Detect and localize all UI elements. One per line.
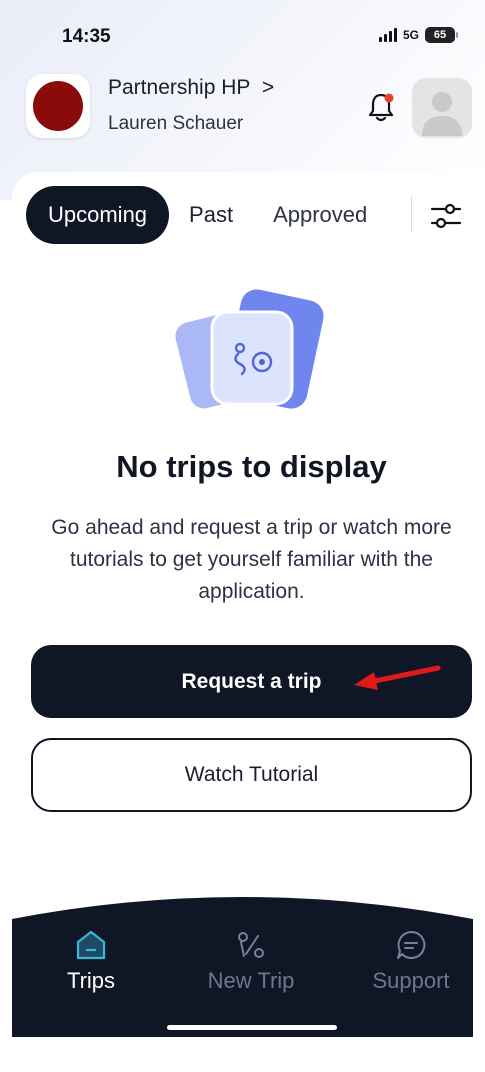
- user-avatar[interactable]: [412, 78, 472, 138]
- route-icon: [238, 932, 264, 958]
- header: Partnership HP > Lauren Schauer: [0, 70, 485, 140]
- trip-filter-tabs: Upcoming Past Approved: [26, 186, 387, 244]
- user-name: Lauren Schauer: [108, 113, 244, 134]
- nav-label-support: Support: [372, 968, 450, 993]
- chat-bubble-icon: [397, 930, 426, 959]
- signal-icon: [378, 28, 397, 42]
- network-type: 5G: [402, 28, 419, 42]
- annotation-arrow-icon: [354, 665, 441, 690]
- sliders-icon[interactable]: [428, 198, 464, 234]
- tabs-divider: [411, 196, 412, 232]
- status-bar: 14:35 5G 65: [0, 0, 485, 60]
- nav-label-trips: Trips: [66, 968, 116, 993]
- empty-trips-illustration: [175, 289, 324, 409]
- battery-level: 65: [433, 29, 447, 41]
- person-icon: [412, 78, 472, 138]
- empty-state-description: Go ahead and request a trip or watch mor…: [51, 516, 452, 603]
- status-time: 14:35: [62, 26, 111, 47]
- nav-new-trip[interactable]: New Trip: [191, 928, 311, 994]
- empty-state-title: No trips to display: [116, 449, 387, 484]
- tab-approved[interactable]: Approved: [253, 186, 387, 244]
- battery-icon: 65: [425, 27, 458, 43]
- home-icon: [76, 930, 106, 960]
- nav-support[interactable]: Support: [351, 928, 471, 994]
- nav-label-new-trip: New Trip: [207, 968, 295, 993]
- organization-logo[interactable]: [26, 74, 90, 138]
- organization-name: Partnership HP: [108, 76, 251, 99]
- home-indicator[interactable]: [167, 1025, 337, 1030]
- nav-trips[interactable]: Trips: [31, 928, 151, 994]
- watch-tutorial-button[interactable]: Watch Tutorial: [31, 738, 472, 812]
- chevron-right-icon: >: [261, 76, 275, 99]
- bell-icon[interactable]: [364, 90, 398, 124]
- tab-upcoming[interactable]: Upcoming: [26, 186, 170, 244]
- organization-switcher[interactable]: Partnership HP >: [108, 76, 274, 100]
- tab-past[interactable]: Past: [169, 186, 253, 244]
- status-indicators: 5G 65: [378, 27, 458, 43]
